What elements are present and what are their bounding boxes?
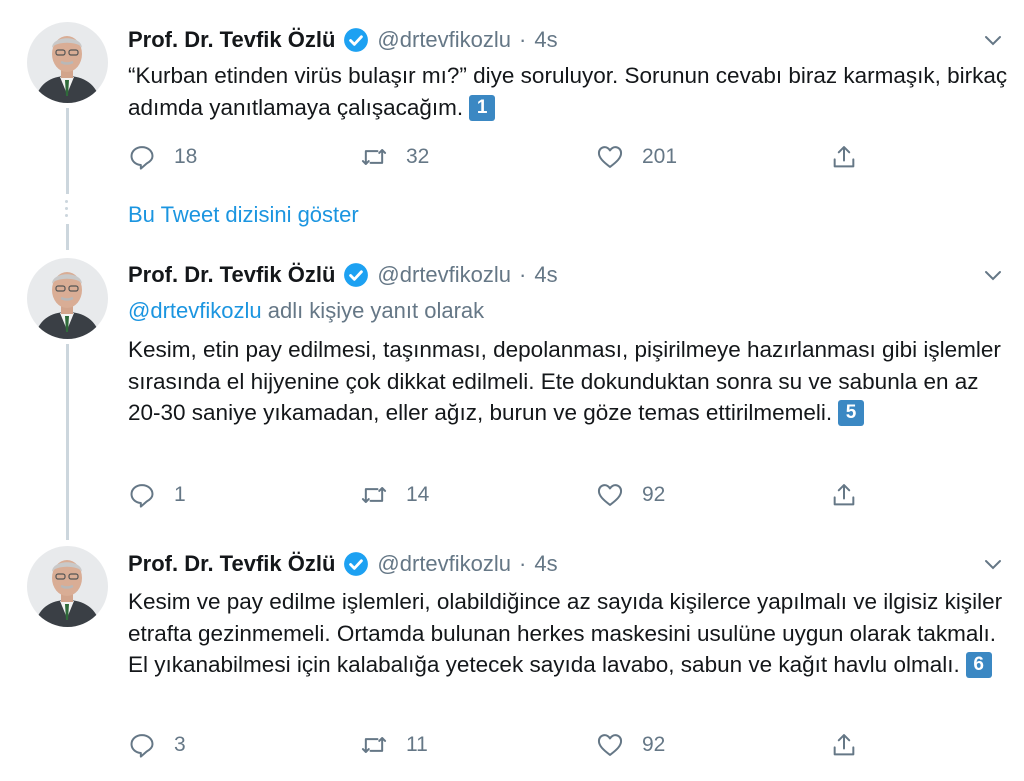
retweet-count: 11 — [406, 733, 428, 756]
verified-badge-icon — [343, 27, 369, 53]
author-handle[interactable]: @drtevfikozlu — [377, 262, 511, 288]
retweet-icon — [361, 737, 387, 753]
reply-button[interactable]: 3 — [128, 731, 186, 759]
like-icon — [597, 484, 623, 506]
tweet-actions: 1 14 92 — [128, 481, 888, 511]
separator-dot: · — [519, 27, 527, 52]
share-icon — [833, 146, 855, 168]
reply-button[interactable]: 1 — [128, 481, 186, 509]
chevron-down-icon[interactable] — [982, 29, 1004, 51]
reply-icon — [130, 484, 154, 508]
retweet-icon — [361, 149, 387, 165]
like-button[interactable]: 201 — [596, 143, 677, 171]
tweet-time[interactable]: 4s — [534, 27, 557, 53]
tweet-text: “Kurban etinden virüs bulaşır mı?” diye … — [128, 60, 1008, 123]
author-name[interactable]: Prof. Dr. Tevfik Özlü — [128, 551, 335, 577]
retweet-count: 14 — [406, 483, 430, 506]
number-badge: 5 — [838, 400, 865, 426]
separator-dot: · — [519, 262, 527, 287]
thread-connector — [66, 108, 69, 194]
like-icon — [597, 734, 623, 756]
reply-icon — [130, 146, 154, 170]
replying-to: @drtevfikozlu adlı kişiye yanıt olarak — [128, 298, 484, 324]
retweet-count: 32 — [406, 145, 430, 168]
thread-gap-dots — [64, 200, 70, 221]
reply-count: 1 — [174, 483, 186, 506]
tweet-time[interactable]: 4s — [534, 262, 557, 288]
thread-connector — [66, 224, 69, 250]
retweet-button[interactable]: 32 — [360, 143, 429, 171]
reply-count: 3 — [174, 733, 186, 756]
reply-icon — [130, 734, 154, 758]
tweet-text: Kesim, etin pay edilmesi, taşınması, dep… — [128, 334, 1008, 429]
author-handle[interactable]: @drtevfikozlu — [377, 551, 511, 577]
like-count: 92 — [642, 483, 666, 506]
like-icon — [597, 146, 623, 168]
tweet-time[interactable]: 4s — [534, 551, 557, 577]
retweet-button[interactable]: 14 — [360, 481, 429, 509]
number-badge: 6 — [965, 652, 992, 678]
retweet-icon — [361, 487, 387, 503]
reply-count: 18 — [174, 145, 198, 168]
thread-connector — [66, 344, 69, 540]
show-thread-link[interactable]: Bu Tweet dizisini göster — [128, 202, 359, 228]
share-button[interactable] — [830, 143, 876, 171]
number-badge: 1 — [469, 94, 496, 121]
separator-dot: · — [519, 551, 527, 576]
avatar[interactable] — [27, 546, 108, 627]
share-icon — [833, 734, 855, 756]
like-button[interactable]: 92 — [596, 731, 665, 759]
like-button[interactable]: 92 — [596, 481, 665, 509]
chevron-down-icon[interactable] — [982, 264, 1004, 286]
tweet-text-body: Kesim ve pay edilme işlemleri, olabildiğ… — [128, 589, 1003, 677]
avatar[interactable] — [27, 258, 108, 339]
tweet-text: Kesim ve pay edilme işlemleri, olabildiğ… — [128, 586, 1008, 681]
tweet-actions: 3 11 92 — [128, 731, 888, 761]
author-name[interactable]: Prof. Dr. Tevfik Özlü — [128, 27, 335, 53]
share-button[interactable] — [830, 481, 876, 509]
like-count: 92 — [642, 733, 666, 756]
replying-to-mention[interactable]: @drtevfikozlu — [128, 298, 262, 323]
tweet-text-body: “Kurban etinden virüs bulaşır mı?” diye … — [128, 63, 1008, 120]
tweet-text-body: Kesim, etin pay edilmesi, taşınması, dep… — [128, 337, 1001, 425]
verified-badge-icon — [343, 262, 369, 288]
replying-to-label: adlı kişiye yanıt olarak — [261, 298, 485, 323]
tweet-header: Prof. Dr. Tevfik Özlü @drtevfikozlu · 4s — [128, 262, 558, 288]
tweet-actions: 18 32 201 — [128, 143, 888, 173]
retweet-button[interactable]: 11 — [360, 731, 428, 759]
share-button[interactable] — [830, 731, 876, 759]
verified-badge-icon — [343, 551, 369, 577]
chevron-down-icon[interactable] — [982, 553, 1004, 575]
author-handle[interactable]: @drtevfikozlu — [377, 27, 511, 53]
tweet-header: Prof. Dr. Tevfik Özlü @drtevfikozlu · 4s — [128, 27, 558, 53]
author-name[interactable]: Prof. Dr. Tevfik Özlü — [128, 262, 335, 288]
tweet-header: Prof. Dr. Tevfik Özlü @drtevfikozlu · 4s — [128, 551, 558, 577]
share-icon — [833, 484, 855, 506]
reply-button[interactable]: 18 — [128, 143, 197, 171]
tweet-timeline: Prof. Dr. Tevfik Özlü @drtevfikozlu · 4s… — [0, 0, 1024, 781]
like-count: 201 — [642, 145, 678, 168]
avatar[interactable] — [27, 22, 108, 103]
